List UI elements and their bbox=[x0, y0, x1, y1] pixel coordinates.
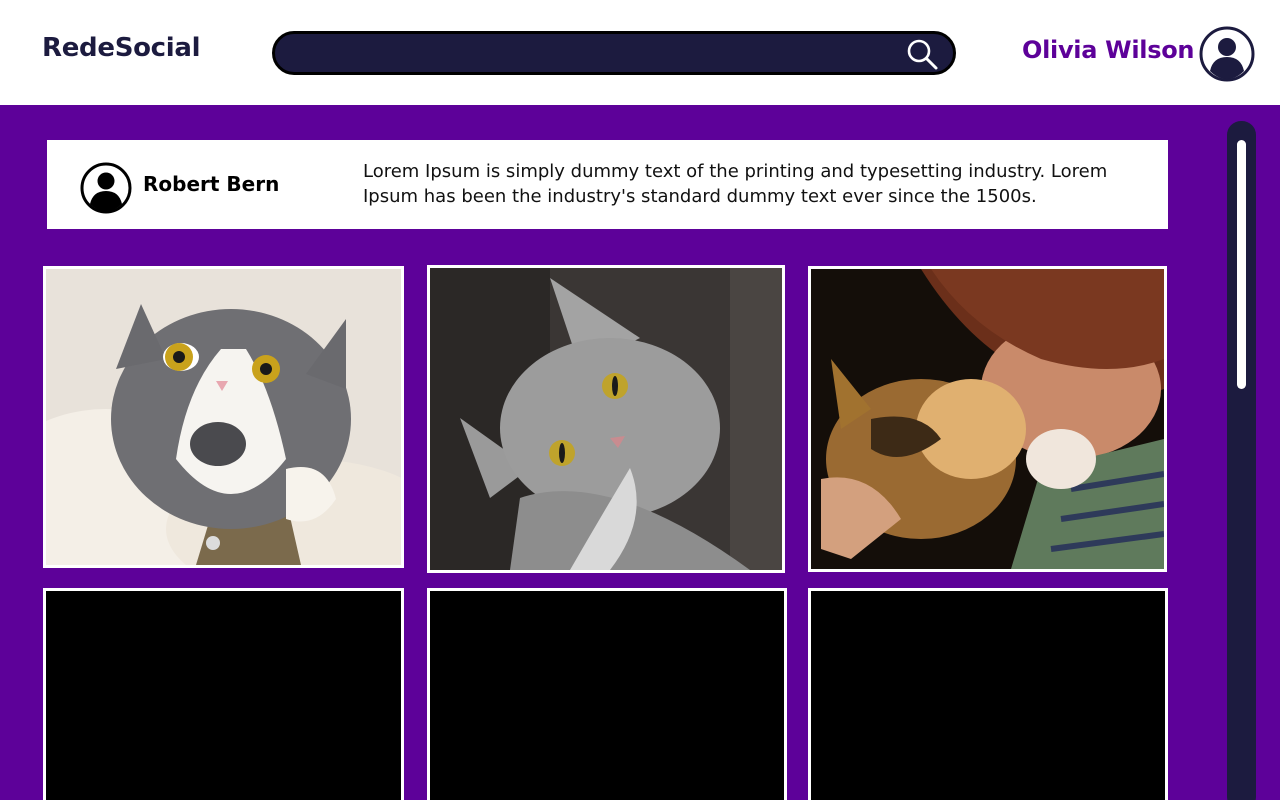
app-logo[interactable]: RedeSocial bbox=[42, 33, 201, 63]
photo-tile[interactable] bbox=[43, 266, 404, 568]
vertical-scrollbar[interactable] bbox=[1227, 121, 1256, 800]
scrollbar-thumb[interactable] bbox=[1237, 140, 1246, 389]
user-avatar-icon[interactable] bbox=[1199, 26, 1255, 82]
cat-photo-image bbox=[430, 268, 782, 570]
photo-tile[interactable] bbox=[808, 588, 1168, 800]
photo-tile[interactable] bbox=[427, 588, 787, 800]
photo-tile[interactable] bbox=[43, 588, 404, 800]
cat-photo-image bbox=[46, 269, 401, 565]
photo-tile[interactable] bbox=[808, 266, 1167, 572]
search-bar[interactable] bbox=[272, 31, 956, 75]
feed-area: Robert Bern Lorem Ipsum is simply dummy … bbox=[0, 105, 1280, 800]
post-author-name[interactable]: Robert Bern bbox=[143, 172, 279, 196]
post-card: Robert Bern Lorem Ipsum is simply dummy … bbox=[47, 140, 1168, 229]
current-user-name[interactable]: Olivia Wilson bbox=[1022, 36, 1194, 64]
photo-tile[interactable] bbox=[427, 265, 785, 573]
post-author-avatar-icon[interactable] bbox=[80, 162, 132, 214]
search-icon[interactable] bbox=[905, 37, 939, 71]
cat-photo-image bbox=[811, 269, 1164, 569]
top-bar: RedeSocial Olivia Wilson bbox=[0, 0, 1280, 105]
post-text: Lorem Ipsum is simply dummy text of the … bbox=[363, 161, 1108, 207]
